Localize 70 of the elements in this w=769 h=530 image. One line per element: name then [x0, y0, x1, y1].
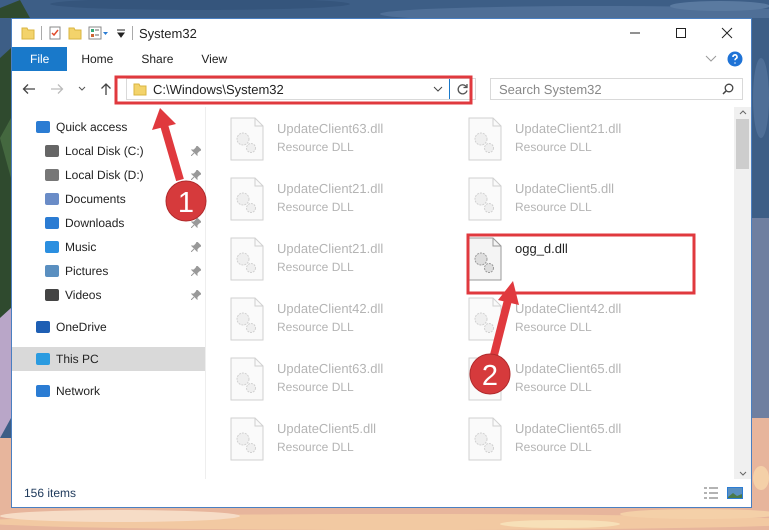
gear-file-icon: [230, 237, 264, 281]
chevron-down-icon[interactable]: [78, 86, 86, 92]
window-title: System32: [139, 26, 197, 40]
up-arrow-icon[interactable]: [100, 82, 112, 96]
file-type: Resource DLL: [277, 260, 354, 274]
nav-item[interactable]: Downloads: [65, 216, 124, 230]
pin-icon[interactable]: [191, 170, 201, 180]
nav-item[interactable]: OneDrive: [56, 320, 107, 334]
nav-item[interactable]: Local Disk (D:): [65, 168, 144, 182]
file-type: Resource DLL: [277, 440, 354, 454]
nav-item[interactable]: This PC: [12, 347, 205, 371]
maximize-icon[interactable]: [675, 27, 687, 39]
thumbnail-view-icon[interactable]: [727, 486, 743, 500]
ribbon-tab[interactable]: Home: [67, 47, 128, 71]
item-count: 156 items: [24, 486, 76, 500]
file-type: Resource DLL: [515, 440, 592, 454]
file-type: Resource DLL: [515, 140, 592, 154]
properties-icon[interactable]: [88, 26, 110, 40]
gear-file-icon: [230, 117, 264, 161]
chevron-down-icon[interactable]: [433, 86, 443, 92]
file-type: Resource DLL: [515, 380, 592, 394]
nav-item[interactable]: Documents: [65, 192, 126, 206]
ribbon-tab[interactable]: View: [187, 47, 242, 71]
search-icon[interactable]: [722, 83, 734, 95]
file-type: Resource DLL: [515, 200, 592, 214]
close-icon[interactable]: [721, 27, 733, 39]
gear-file-icon: [230, 357, 264, 401]
nav-item[interactable]: Pictures: [65, 264, 108, 278]
pin-icon[interactable]: [191, 218, 201, 228]
gear-file-icon: [468, 237, 502, 281]
address-bar[interactable]: C:\Windows\System32: [126, 78, 476, 100]
gear-file-icon: [468, 417, 502, 461]
nav-item[interactable]: Local Disk (C:): [65, 144, 144, 158]
file-name[interactable]: ogg_d.dll: [515, 241, 568, 256]
nav-item[interactable]: Videos: [65, 288, 102, 302]
file-type: Resource DLL: [277, 140, 354, 154]
scrollbar[interactable]: [734, 107, 751, 479]
search-box[interactable]: Search System32: [490, 78, 743, 100]
step-marker: 1: [166, 180, 206, 222]
gear-file-icon: [230, 417, 264, 461]
pin-icon[interactable]: [191, 290, 201, 300]
help-icon[interactable]: [727, 51, 743, 67]
ribbon-tab[interactable]: File: [12, 47, 68, 71]
nav-item[interactable]: Quick access: [56, 120, 128, 134]
address-path: C:\Windows\System32: [153, 82, 285, 96]
file-type: Resource DLL: [277, 380, 354, 394]
nav-item[interactable]: Network: [56, 384, 100, 398]
gear-file-icon: [468, 297, 502, 341]
scroll-down-icon[interactable]: [738, 471, 746, 477]
gear-file-icon: [230, 177, 264, 221]
file-type: Resource DLL: [277, 320, 354, 334]
pin-icon[interactable]: [191, 266, 201, 276]
scroll-up-icon[interactable]: [738, 109, 746, 115]
pin-icon[interactable]: [191, 146, 201, 156]
file-type: Resource DLL: [277, 200, 354, 214]
back-icon[interactable]: [22, 83, 36, 95]
gear-file-icon: [468, 177, 502, 221]
file-type: Resource DLL: [515, 320, 592, 334]
step-marker: 2: [470, 354, 510, 394]
folder-icon: [133, 82, 147, 96]
gear-file-icon: [230, 297, 264, 341]
scroll-thumb[interactable]: [736, 119, 749, 169]
checklist-icon[interactable]: [48, 26, 62, 40]
nav-label: This PC: [56, 352, 99, 366]
details-view-icon[interactable]: [703, 486, 719, 500]
gear-file-icon: [468, 117, 502, 161]
nav-item[interactable]: Music: [65, 240, 96, 254]
refresh-icon[interactable]: [456, 82, 469, 96]
pin-icon[interactable]: [191, 242, 201, 252]
ribbon-tab[interactable]: Share: [127, 47, 188, 71]
